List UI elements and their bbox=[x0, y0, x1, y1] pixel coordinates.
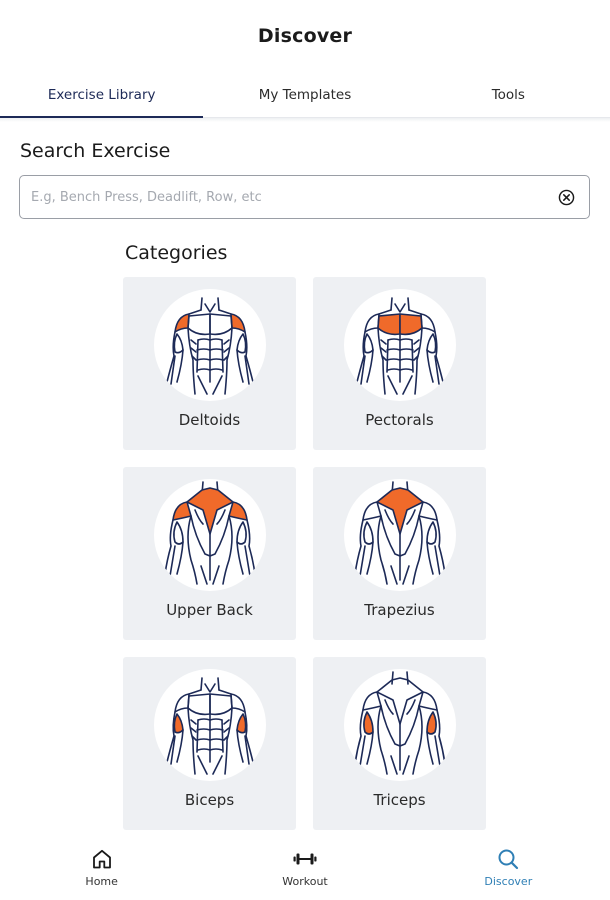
category-label: Biceps bbox=[184, 791, 235, 809]
category-card-upper-back[interactable]: Upper Back bbox=[123, 467, 296, 640]
home-icon bbox=[92, 849, 111, 868]
tab-my-templates[interactable]: My Templates bbox=[203, 72, 406, 117]
category-label: Triceps bbox=[373, 791, 426, 809]
bottom-navigation: Home Workout Discover bbox=[0, 834, 610, 900]
clear-search-button[interactable] bbox=[555, 186, 577, 208]
tabs-divider bbox=[0, 118, 610, 122]
category-card-triceps[interactable]: Triceps bbox=[313, 657, 486, 830]
pectorals-figure bbox=[343, 289, 456, 401]
category-label: Upper Back bbox=[166, 601, 253, 619]
category-card-pectorals[interactable]: Pectorals bbox=[313, 277, 486, 450]
close-circle-icon bbox=[558, 189, 574, 205]
trapezius-figure bbox=[343, 479, 456, 591]
category-card-trapezius[interactable]: Trapezius bbox=[313, 467, 486, 640]
tab-tools[interactable]: Tools bbox=[407, 72, 610, 117]
tab-bar: Exercise Library My Templates Tools bbox=[0, 72, 610, 118]
biceps-figure bbox=[153, 669, 266, 781]
search-icon bbox=[498, 849, 519, 869]
categories-title: Categories bbox=[125, 242, 228, 264]
category-label: Pectorals bbox=[365, 411, 434, 429]
tab-exercise-library[interactable]: Exercise Library bbox=[0, 72, 204, 118]
triceps-figure bbox=[343, 669, 456, 781]
nav-discover[interactable]: Discover bbox=[407, 834, 610, 900]
deltoids-figure bbox=[153, 289, 266, 401]
upper-back-figure bbox=[153, 479, 266, 591]
category-label: Deltoids bbox=[178, 411, 241, 429]
search-field bbox=[19, 175, 590, 219]
search-input[interactable] bbox=[31, 189, 555, 205]
search-section-title: Search Exercise bbox=[20, 140, 171, 162]
nav-discover-label: Discover bbox=[484, 874, 533, 888]
page-title: Discover bbox=[257, 25, 353, 47]
nav-home-label: Home bbox=[85, 874, 118, 888]
dumbbell-icon bbox=[293, 853, 317, 864]
category-card-biceps[interactable]: Biceps bbox=[123, 657, 296, 830]
category-label: Trapezius bbox=[364, 601, 435, 619]
nav-workout-label: Workout bbox=[282, 874, 328, 888]
nav-home[interactable]: Home bbox=[0, 834, 203, 900]
app-header: Discover bbox=[0, 0, 610, 72]
nav-workout[interactable]: Workout bbox=[203, 834, 406, 900]
category-card-deltoids[interactable]: Deltoids bbox=[123, 277, 296, 450]
category-grid: Deltoids Pectorals Upper Back Trapezius … bbox=[123, 277, 486, 830]
